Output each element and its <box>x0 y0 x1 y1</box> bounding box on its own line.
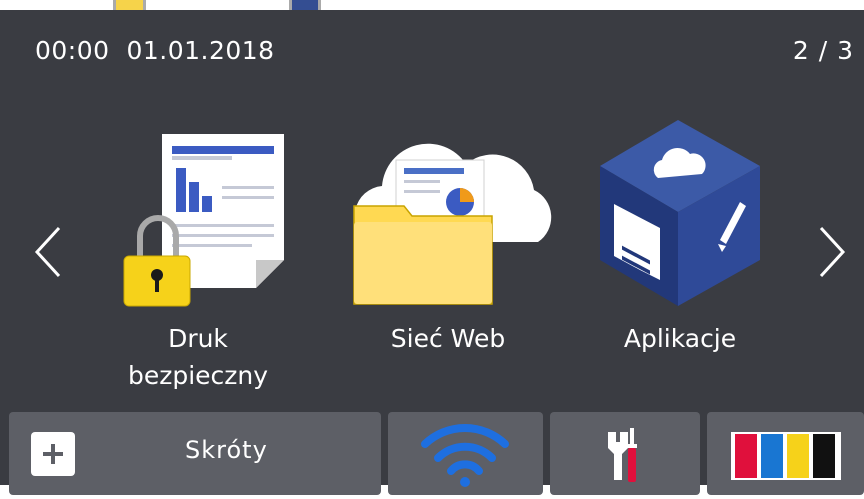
plus-icon <box>31 432 75 476</box>
tools-icon <box>608 428 637 482</box>
shortcuts-button[interactable]: Skróty <box>9 412 381 495</box>
page-indicator: 2 / 3 <box>792 36 854 65</box>
touchscreen: 00:00 01.01.2018 2 / 3 Druk bezpieczny S… <box>0 10 864 495</box>
web-cloud-folder-icon <box>353 143 552 305</box>
tile-label-apps: Aplikacje <box>623 324 737 353</box>
secure-print-lock-icon <box>123 134 284 307</box>
previous-page-button[interactable] <box>28 222 68 282</box>
wifi-button[interactable] <box>388 412 543 495</box>
tile-web[interactable]: Sieć Web <box>338 120 558 400</box>
toner-cmyk-icon <box>731 432 841 480</box>
apps-cube-icon <box>600 120 760 306</box>
time: 00:00 <box>35 36 110 65</box>
chevron-right-icon <box>819 226 846 278</box>
date-time: 00:00 01.01.2018 <box>35 36 275 65</box>
partial-cube-icon <box>289 0 321 10</box>
date: 01.01.2018 <box>126 36 275 65</box>
plus-glyph <box>43 444 63 464</box>
tile-label-line1: Druk <box>168 324 228 353</box>
next-page-button[interactable] <box>812 222 852 282</box>
tile-label-web: Sieć Web <box>390 324 506 353</box>
tile-apps[interactable]: Aplikacje <box>570 120 790 400</box>
partial-folder-icon <box>113 0 146 10</box>
settings-button[interactable] <box>550 412 700 495</box>
bottom-bar: Skróty <box>0 412 864 495</box>
top-strip <box>0 0 864 10</box>
shortcuts-label: Skróty <box>185 436 268 464</box>
tile-secure-print[interactable]: Druk bezpieczny <box>88 120 308 400</box>
wifi-icon <box>421 424 509 487</box>
tile-label-secure-print: Druk bezpieczny <box>88 320 308 394</box>
chevron-left-icon <box>34 226 61 278</box>
toner-button[interactable] <box>707 412 864 495</box>
tile-label-line2: bezpieczny <box>127 361 269 390</box>
